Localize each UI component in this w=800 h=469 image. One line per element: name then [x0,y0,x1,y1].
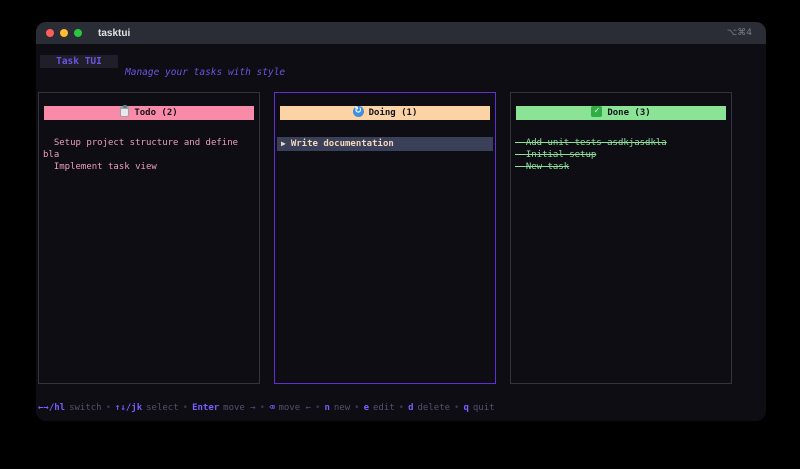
help-entry: Enter move → [192,403,256,413]
task-item[interactable]: Implement task view [39,161,259,173]
column-todo-header: Todo (2) [44,106,254,120]
traffic-lights [46,29,82,37]
help-entry: ⌫ move ← [269,403,312,413]
help-entry: ↑↓/jk select [115,403,179,413]
column-doing-title: Doing (1) [368,108,418,118]
column-done-title: Done (3) [607,108,651,118]
minimize-button[interactable] [60,29,68,37]
help-entry: ←→/hl switch [38,403,102,413]
column-doing-header: Doing (1) [280,105,490,120]
task-text: New task [525,162,570,172]
check-icon [591,106,603,117]
column-done: Done (3) Add unit tests asdkjasdkla Init… [510,92,732,384]
help-entry: d delete [408,403,451,413]
task-item[interactable]: Initial setup [511,149,731,161]
window-title: tasktui [98,27,131,39]
help-separator: • [354,403,360,413]
kanban-board: Todo (2) Setup project structure and def… [38,92,732,384]
help-separator: • [259,403,266,413]
help-bar: ←→/hl switch • ↑↓/jk select • Enter move → • ⌫ mov… [38,403,495,413]
doing-task-list: ▶ Write documentation [275,137,495,151]
column-todo-title: Todo (2) [134,108,178,118]
help-entry: q quit [463,403,495,413]
help-separator: • [315,403,321,413]
app-title-badge: Task TUI [40,55,118,68]
refresh-icon [352,105,364,117]
column-done-header: Done (3) [516,106,726,120]
help-separator: • [105,403,112,413]
task-item[interactable]: Add unit tests asdkjasdkla [511,137,731,149]
zoom-button[interactable] [74,29,82,37]
task-text: Write documentation [290,139,394,149]
clipboard-icon [120,106,130,117]
app-subtitle: Manage your tasks with style [125,67,286,78]
help-separator: • [182,403,189,413]
done-task-list: Add unit tests asdkjasdkla Initial setup… [511,137,731,173]
help-entry: e edit [363,403,395,413]
close-button[interactable] [46,29,54,37]
task-item[interactable]: New task [511,161,731,173]
help-separator: • [454,403,460,413]
terminal-content: Task TUI Manage your tasks with style To… [36,44,766,421]
task-item[interactable]: Setup project structure and define bla [39,137,259,161]
task-item-selected[interactable]: ▶ Write documentation [277,137,493,151]
help-separator: • [398,403,405,413]
todo-task-list: Setup project structure and define bla I… [39,137,259,173]
window-titlebar: tasktui ⌥⌘4 [36,22,766,44]
window-shortcut-hint: ⌥⌘4 [726,28,752,38]
task-text: Initial setup [525,150,597,160]
terminal-window: tasktui ⌥⌘4 Task TUI Manage your tasks w… [36,22,766,421]
task-text: Add unit tests asdkjasdkla [525,138,667,148]
selected-arrow-icon: ▶ [281,139,286,148]
column-doing: Doing (1) ▶ Write documentation [274,92,496,384]
help-entry: n new [324,403,351,413]
column-todo: Todo (2) Setup project structure and def… [38,92,260,384]
